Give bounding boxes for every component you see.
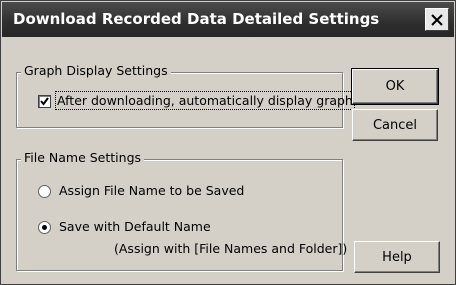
cancel-button[interactable]: Cancel [352,109,438,141]
dialog-title: Download Recorded Data Detailed Settings [13,10,380,28]
title-bar[interactable]: Download Recorded Data Detailed Settings [2,2,454,37]
graph-display-group-label: Graph Display Settings [21,63,171,78]
help-button[interactable]: Help [354,241,440,273]
close-icon [431,13,443,26]
default-name-label[interactable]: Save with Default Name [59,219,211,234]
ok-button[interactable]: OK [351,68,439,105]
default-name-radio[interactable] [38,221,51,234]
close-button[interactable] [425,8,449,31]
radio-selected-dot [42,225,47,230]
auto-display-graph-checkbox[interactable] [38,95,51,108]
checkmark-icon [40,97,49,106]
default-name-note: (Assign with [File Names and Folder]) [114,241,348,256]
file-name-group-label: File Name Settings [21,150,145,165]
auto-display-graph-label[interactable]: After downloading, automatically display… [55,91,355,110]
assign-file-name-label[interactable]: Assign File Name to be Saved [59,183,244,198]
settings-dialog: Download Recorded Data Detailed Settings… [0,0,456,285]
assign-file-name-radio[interactable] [38,185,51,198]
